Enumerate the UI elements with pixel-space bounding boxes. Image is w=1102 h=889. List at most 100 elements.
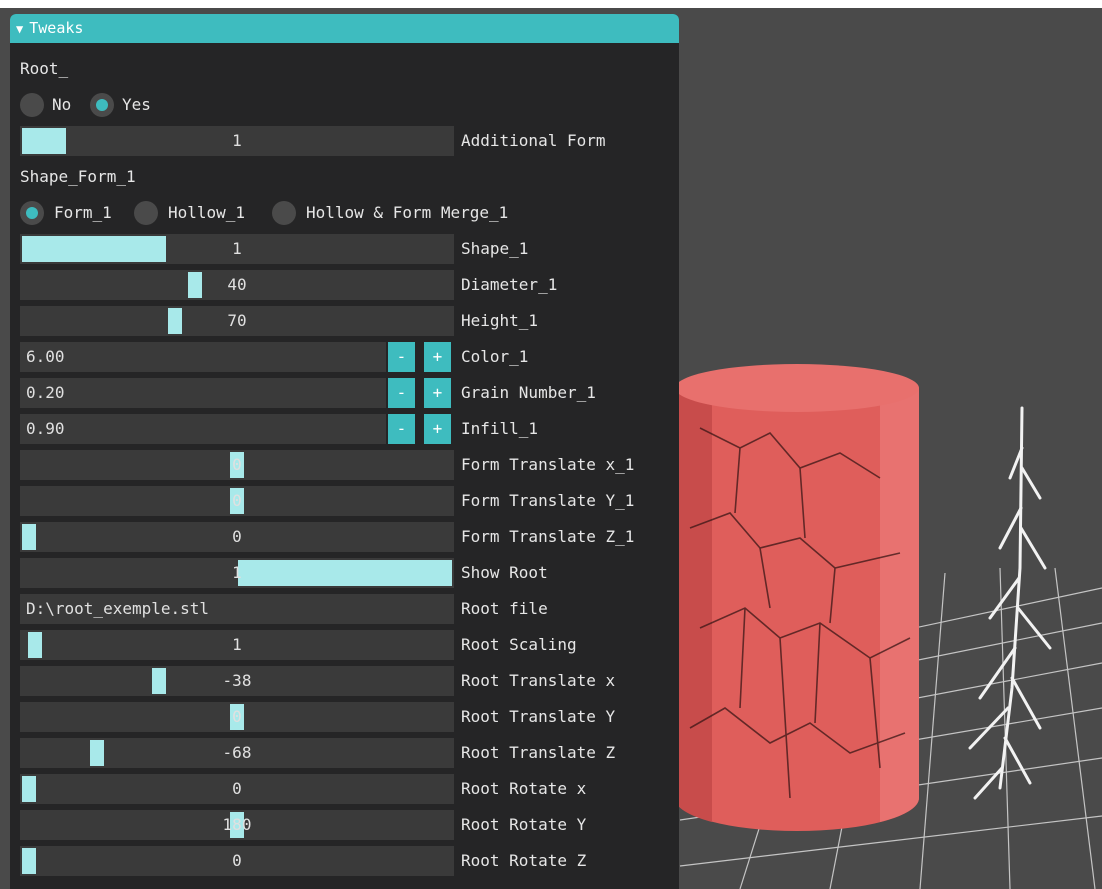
slider-label: Form Translate Y_1 [461, 491, 635, 510]
root-file-label: Root file [461, 599, 548, 618]
slider-value: 0 [232, 779, 242, 798]
slider-label: Show Root [461, 563, 548, 582]
slider-row: 1 Show Root [10, 558, 679, 588]
stepper-label: Color_1 [461, 347, 529, 366]
radio-no-label: No [52, 95, 72, 114]
root-rotate-x-slider[interactable]: 0 [20, 774, 454, 804]
slider-value: 0 [232, 707, 242, 726]
stepper-row: 0.90 - + Infill_1 [10, 414, 679, 444]
radio-hollow-form-merge-1-label: Hollow & Form Merge_1 [306, 203, 509, 222]
root-translate-y-slider[interactable]: 0 [20, 702, 454, 732]
slider-value: 40 [227, 275, 247, 294]
slider-label: Height_1 [461, 311, 539, 330]
color-1-input[interactable]: 6.00 [20, 342, 386, 372]
slider-row: 180 Root Rotate Y [10, 810, 679, 840]
root-translate-z-slider[interactable]: -68 [20, 738, 454, 768]
stepper-label: Infill_1 [461, 419, 539, 438]
slider-row: 0 Form Translate x_1 [10, 450, 679, 480]
additional-form-slider[interactable]: 1 [20, 126, 454, 156]
radio-form-1-dot[interactable] [20, 201, 44, 225]
slider-label: Form Translate x_1 [461, 455, 635, 474]
slider-row: 1 Root Scaling [10, 630, 679, 660]
form-translate-z-1-slider[interactable]: 0 [20, 522, 454, 552]
root-file-row: D:\root_exemple.stl Root file [10, 594, 679, 624]
show-root-slider[interactable]: 1 [20, 558, 454, 588]
slider-row: 1 Shape_1 [10, 234, 679, 264]
slider-value: 1 [232, 635, 242, 654]
slider-value: -38 [222, 671, 252, 690]
slider-value: 1 [232, 239, 242, 258]
slider-label: Shape_1 [461, 239, 529, 258]
panel-title-bar[interactable]: ▼ Tweaks [10, 14, 679, 43]
form-translate-x-1-slider[interactable]: 0 [20, 450, 454, 480]
grain-number-1-input[interactable]: 0.20 [20, 378, 386, 408]
shape-1-slider[interactable]: 1 [20, 234, 454, 264]
additional-form-row: 1 Additional Form [10, 126, 679, 156]
shape-section-label: Shape_Form_1 [20, 167, 136, 186]
slider-row: 0 Form Translate Y_1 [10, 486, 679, 516]
tweaks-panel: ▼ Tweaks Root_ No Yes 1 Additional Form S… [10, 14, 679, 889]
increment-button[interactable]: + [424, 378, 451, 408]
form-translate-y-1-slider[interactable]: 0 [20, 486, 454, 516]
slider-value: 0 [232, 851, 242, 870]
cylinder-model [674, 364, 919, 831]
radio-yes-dot[interactable] [90, 93, 114, 117]
slider-value: 1 [232, 563, 242, 582]
slider-row: -38 Root Translate x [10, 666, 679, 696]
radio-form-1-label: Form_1 [54, 203, 112, 222]
slider-label: Root Translate Z [461, 743, 616, 762]
slider-label: Root Translate Y [461, 707, 616, 726]
root-file-input[interactable]: D:\root_exemple.stl [20, 594, 454, 624]
collapse-triangle-icon[interactable]: ▼ [16, 15, 23, 44]
increment-button[interactable]: + [424, 342, 451, 372]
root-translate-x-slider[interactable]: -38 [20, 666, 454, 696]
radio-hollow-form-merge-1-dot[interactable] [272, 201, 296, 225]
slider-row: 40 Diameter_1 [10, 270, 679, 300]
shape-section-row: Shape_Form_1 [10, 162, 679, 192]
infill-1-input[interactable]: 0.90 [20, 414, 386, 444]
radio-no-dot[interactable] [20, 93, 44, 117]
slider-value: 0 [232, 527, 242, 546]
slider-value: -68 [222, 743, 252, 762]
decrement-button[interactable]: - [388, 378, 415, 408]
slider-value: 180 [222, 815, 252, 834]
root-model [968, 406, 1052, 800]
decrement-button[interactable]: - [388, 414, 415, 444]
slider-value: 1 [232, 131, 242, 150]
slider-label: Root Scaling [461, 635, 577, 654]
slider-value: 70 [227, 311, 247, 330]
slider-label: Root Rotate Z [461, 851, 587, 870]
slider-label: Diameter_1 [461, 275, 558, 294]
slider-row: -68 Root Translate Z [10, 738, 679, 768]
root-section-label: Root_ [20, 59, 69, 78]
slider-row: 0 Root Rotate Z [10, 846, 679, 876]
stepper-label: Grain Number_1 [461, 383, 596, 402]
radio-hollow-1-dot[interactable] [134, 201, 158, 225]
root-rotate-y-slider[interactable]: 180 [20, 810, 454, 840]
root-scaling-slider[interactable]: 1 [20, 630, 454, 660]
root-radio-group: No Yes [10, 90, 679, 120]
shape-radio-group: Form_1 Hollow_1 Hollow & Form Merge_1 [10, 198, 679, 228]
radio-hollow-1-label: Hollow_1 [168, 203, 246, 222]
diameter-1-slider[interactable]: 40 [20, 270, 454, 300]
slider-label: Additional Form [461, 131, 606, 150]
slider-value: 0 [232, 455, 242, 474]
height-1-slider[interactable]: 70 [20, 306, 454, 336]
stepper-row: 6.00 - + Color_1 [10, 342, 679, 372]
stepper-row: 0.20 - + Grain Number_1 [10, 378, 679, 408]
slider-row: 0 Form Translate Z_1 [10, 522, 679, 552]
root-section-row: Root_ [10, 54, 679, 84]
slider-label: Root Rotate Y [461, 815, 587, 834]
decrement-button[interactable]: - [388, 342, 415, 372]
radio-yes-label: Yes [122, 95, 151, 114]
slider-value: 0 [232, 491, 242, 510]
panel-title: Tweaks [29, 19, 84, 37]
slider-label: Form Translate Z_1 [461, 527, 635, 546]
increment-button[interactable]: + [424, 414, 451, 444]
root-rotate-z-slider[interactable]: 0 [20, 846, 454, 876]
slider-label: Root Rotate x [461, 779, 587, 798]
slider-row: 0 Root Translate Y [10, 702, 679, 732]
slider-row: 70 Height_1 [10, 306, 679, 336]
slider-row: 0 Root Rotate x [10, 774, 679, 804]
slider-label: Root Translate x [461, 671, 616, 690]
